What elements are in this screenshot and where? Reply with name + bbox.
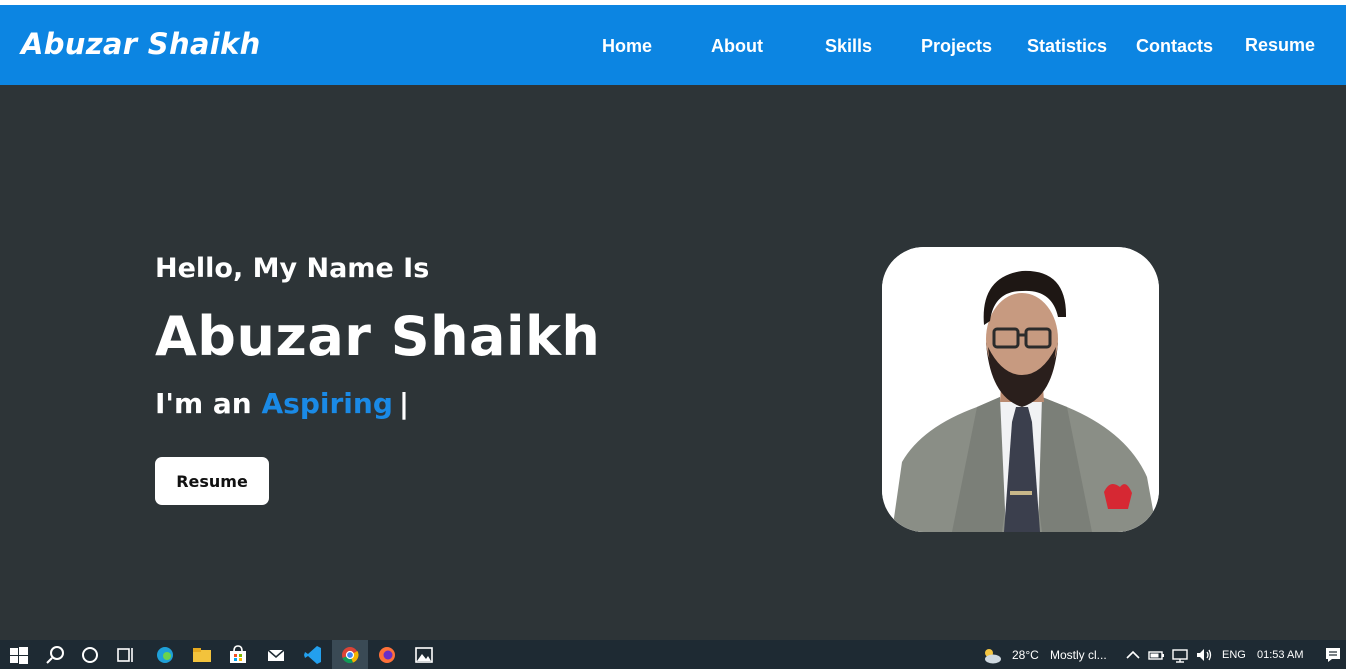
chrome-icon[interactable] xyxy=(339,644,361,666)
role-typed-word: Aspiring xyxy=(261,387,393,420)
profile-photo xyxy=(882,247,1159,532)
hero-name: Abuzar Shaikh xyxy=(155,305,601,368)
nav-home[interactable]: Home xyxy=(602,36,652,57)
nav-skills[interactable]: Skills xyxy=(825,36,872,57)
hero-section: Hello, My Name Is Abuzar Shaikh I'm an A… xyxy=(0,85,1346,640)
weather-temperature[interactable]: 28°C xyxy=(1012,648,1039,662)
hero-greeting: Hello, My Name Is xyxy=(155,253,430,284)
brand-logo[interactable]: Abuzar Shaikh xyxy=(21,27,261,61)
nav-contacts[interactable]: Contacts xyxy=(1136,36,1213,57)
notification-center-icon[interactable] xyxy=(1322,644,1344,666)
clock[interactable]: 01:53 AM xyxy=(1257,649,1303,661)
language-indicator[interactable]: ENG xyxy=(1222,649,1246,661)
battery-icon[interactable] xyxy=(1145,644,1167,666)
weather-cloud-icon[interactable] xyxy=(980,644,1002,666)
cortana-icon[interactable] xyxy=(79,644,101,666)
firefox-icon[interactable] xyxy=(376,644,398,666)
navbar: Abuzar Shaikh Home About Skills Projects… xyxy=(0,5,1346,85)
edge-icon[interactable] xyxy=(154,644,176,666)
mail-icon[interactable] xyxy=(265,644,287,666)
chevron-up-icon[interactable] xyxy=(1122,644,1144,666)
network-icon[interactable] xyxy=(1169,644,1191,666)
photos-icon[interactable] xyxy=(413,644,435,666)
windows-taskbar: 28°C Mostly cl... ENG 01:53 AM xyxy=(0,640,1346,669)
role-prefix: I'm an xyxy=(155,387,252,420)
nav-statistics[interactable]: Statistics xyxy=(1027,36,1107,57)
nav-about[interactable]: About xyxy=(711,36,763,57)
nav-resume[interactable]: Resume xyxy=(1245,35,1315,56)
weather-description[interactable]: Mostly cl... xyxy=(1050,648,1107,662)
search-icon[interactable] xyxy=(44,644,66,666)
vscode-icon[interactable] xyxy=(302,644,324,666)
volume-icon[interactable] xyxy=(1193,644,1215,666)
windows-start-icon[interactable] xyxy=(8,644,30,666)
task-view-icon[interactable] xyxy=(115,644,137,666)
hero-role-line: I'm an Aspiring | xyxy=(155,387,409,420)
nav-projects[interactable]: Projects xyxy=(921,36,992,57)
file-explorer-icon[interactable] xyxy=(191,644,213,666)
resume-button[interactable]: Resume xyxy=(155,457,269,505)
typing-cursor: | xyxy=(398,387,410,420)
store-icon[interactable] xyxy=(227,644,249,666)
